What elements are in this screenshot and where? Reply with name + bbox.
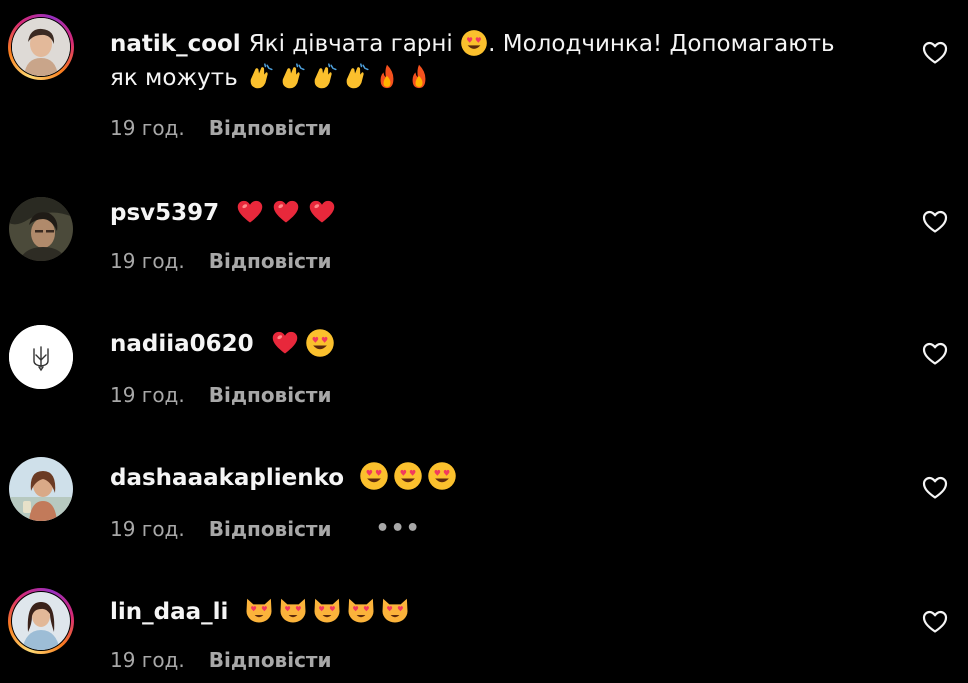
like-heart-icon[interactable] [922,40,948,66]
comment-text: natik_cool Які дівчата гарні . Молодчинка… [110,27,890,95]
reply-button[interactable]: Відповісти [209,383,332,407]
heart-eyes-icon [360,462,389,490]
comment-username[interactable]: natik_cool [110,31,241,57]
heart-eyes-cat-icon [314,598,340,623]
heart-eyes-cat-icon [348,598,374,623]
comment-item: psv5397 19 год. Відповісти [0,160,968,290]
comment-username[interactable]: lin_daa_li [110,599,228,625]
red-heart-icon [272,331,298,354]
emoji-group [245,63,433,91]
clapping-hands-icon [313,63,337,90]
emoji-group [234,198,338,226]
avatar[interactable] [9,325,73,389]
avatar-story-ring[interactable] [8,14,74,80]
comment-item: dashaaakaplienko 19 год. Відповісти ••• [0,425,968,560]
avatar[interactable] [12,592,70,650]
avatar-wrap[interactable] [8,456,74,522]
avatar-photo [9,457,73,521]
avatar[interactable] [9,197,73,261]
red-heart-icon [310,200,335,223]
comment-timestamp: 19 год. [110,116,185,140]
heart-eyes-icon [428,462,457,490]
heart-eyes-icon [461,30,487,56]
clapping-hands-icon [249,63,273,90]
comment-text: lin_daa_li [110,595,890,629]
comment-text: dashaaakaplienko [110,461,890,495]
more-options-button[interactable]: ••• [376,516,421,541]
comment-meta: 19 год. Відповісти [110,249,332,273]
comment-body-part1: Які дівчата гарні [248,31,453,57]
comment-text: nadiia0620 [110,327,890,361]
emoji-heart-eyes [460,29,488,57]
comment-item: natik_cool Які дівчата гарні . Молодчинка… [0,0,968,160]
like-heart-icon[interactable] [922,475,948,501]
comment-username[interactable]: nadiia0620 [110,331,254,357]
avatar-story-ring[interactable] [8,588,74,654]
heart-eyes-cat-icon [280,598,306,623]
fire-icon [380,64,394,89]
avatar-photo [12,18,70,76]
comment-username[interactable]: dashaaakaplienko [110,465,344,491]
like-heart-icon[interactable] [922,609,948,635]
like-heart-icon[interactable] [922,209,948,235]
avatar-wrap[interactable] [8,196,74,262]
emoji-group [269,328,335,358]
heart-eyes-icon [394,462,423,490]
emoji-group [359,461,457,491]
clapping-hands-icon [345,63,369,90]
comment-meta: 19 год. Відповісти [110,116,332,140]
comment-timestamp: 19 год. [110,383,185,407]
trident-logo-icon [9,325,73,389]
comment-body-part2: . Молодчинка! Допомагають [488,31,835,57]
emoji-group [244,595,410,625]
comment-timestamp: 19 год. [110,249,185,273]
clapping-hands-icon [281,63,305,90]
fire-icon [412,64,426,89]
comment-timestamp: 19 год. [110,516,185,541]
avatar-wrap[interactable] [8,324,74,390]
comment-body-line2: як можуть [110,65,238,91]
heart-eyes-icon [306,329,334,357]
comment-item: nadiia0620 19 год. Відповісти [0,290,968,425]
avatar[interactable] [12,18,70,76]
avatar[interactable] [9,457,73,521]
red-heart-icon [274,200,299,223]
heart-eyes-cat-icon [382,598,408,623]
heart-eyes-cat-icon [246,598,272,623]
comment-meta: 19 год. Відповісти [110,648,332,672]
comment-username[interactable]: psv5397 [110,200,219,226]
reply-button[interactable]: Відповісти [209,116,332,140]
comment-text: psv5397 [110,196,890,230]
reply-button[interactable]: Відповісти [209,648,332,672]
comment-item: lin_daa_li 19 год. Відповісти [0,560,968,683]
comment-meta: 19 год. Відповісти ••• [110,516,421,541]
comment-meta: 19 год. Відповісти [110,383,332,407]
red-heart-icon [238,200,263,223]
comment-timestamp: 19 год. [110,648,185,672]
reply-button[interactable]: Відповісти [209,517,332,541]
like-heart-icon[interactable] [922,341,948,367]
reply-button[interactable]: Відповісти [209,249,332,273]
avatar-photo [12,592,70,650]
avatar-photo [9,197,73,261]
